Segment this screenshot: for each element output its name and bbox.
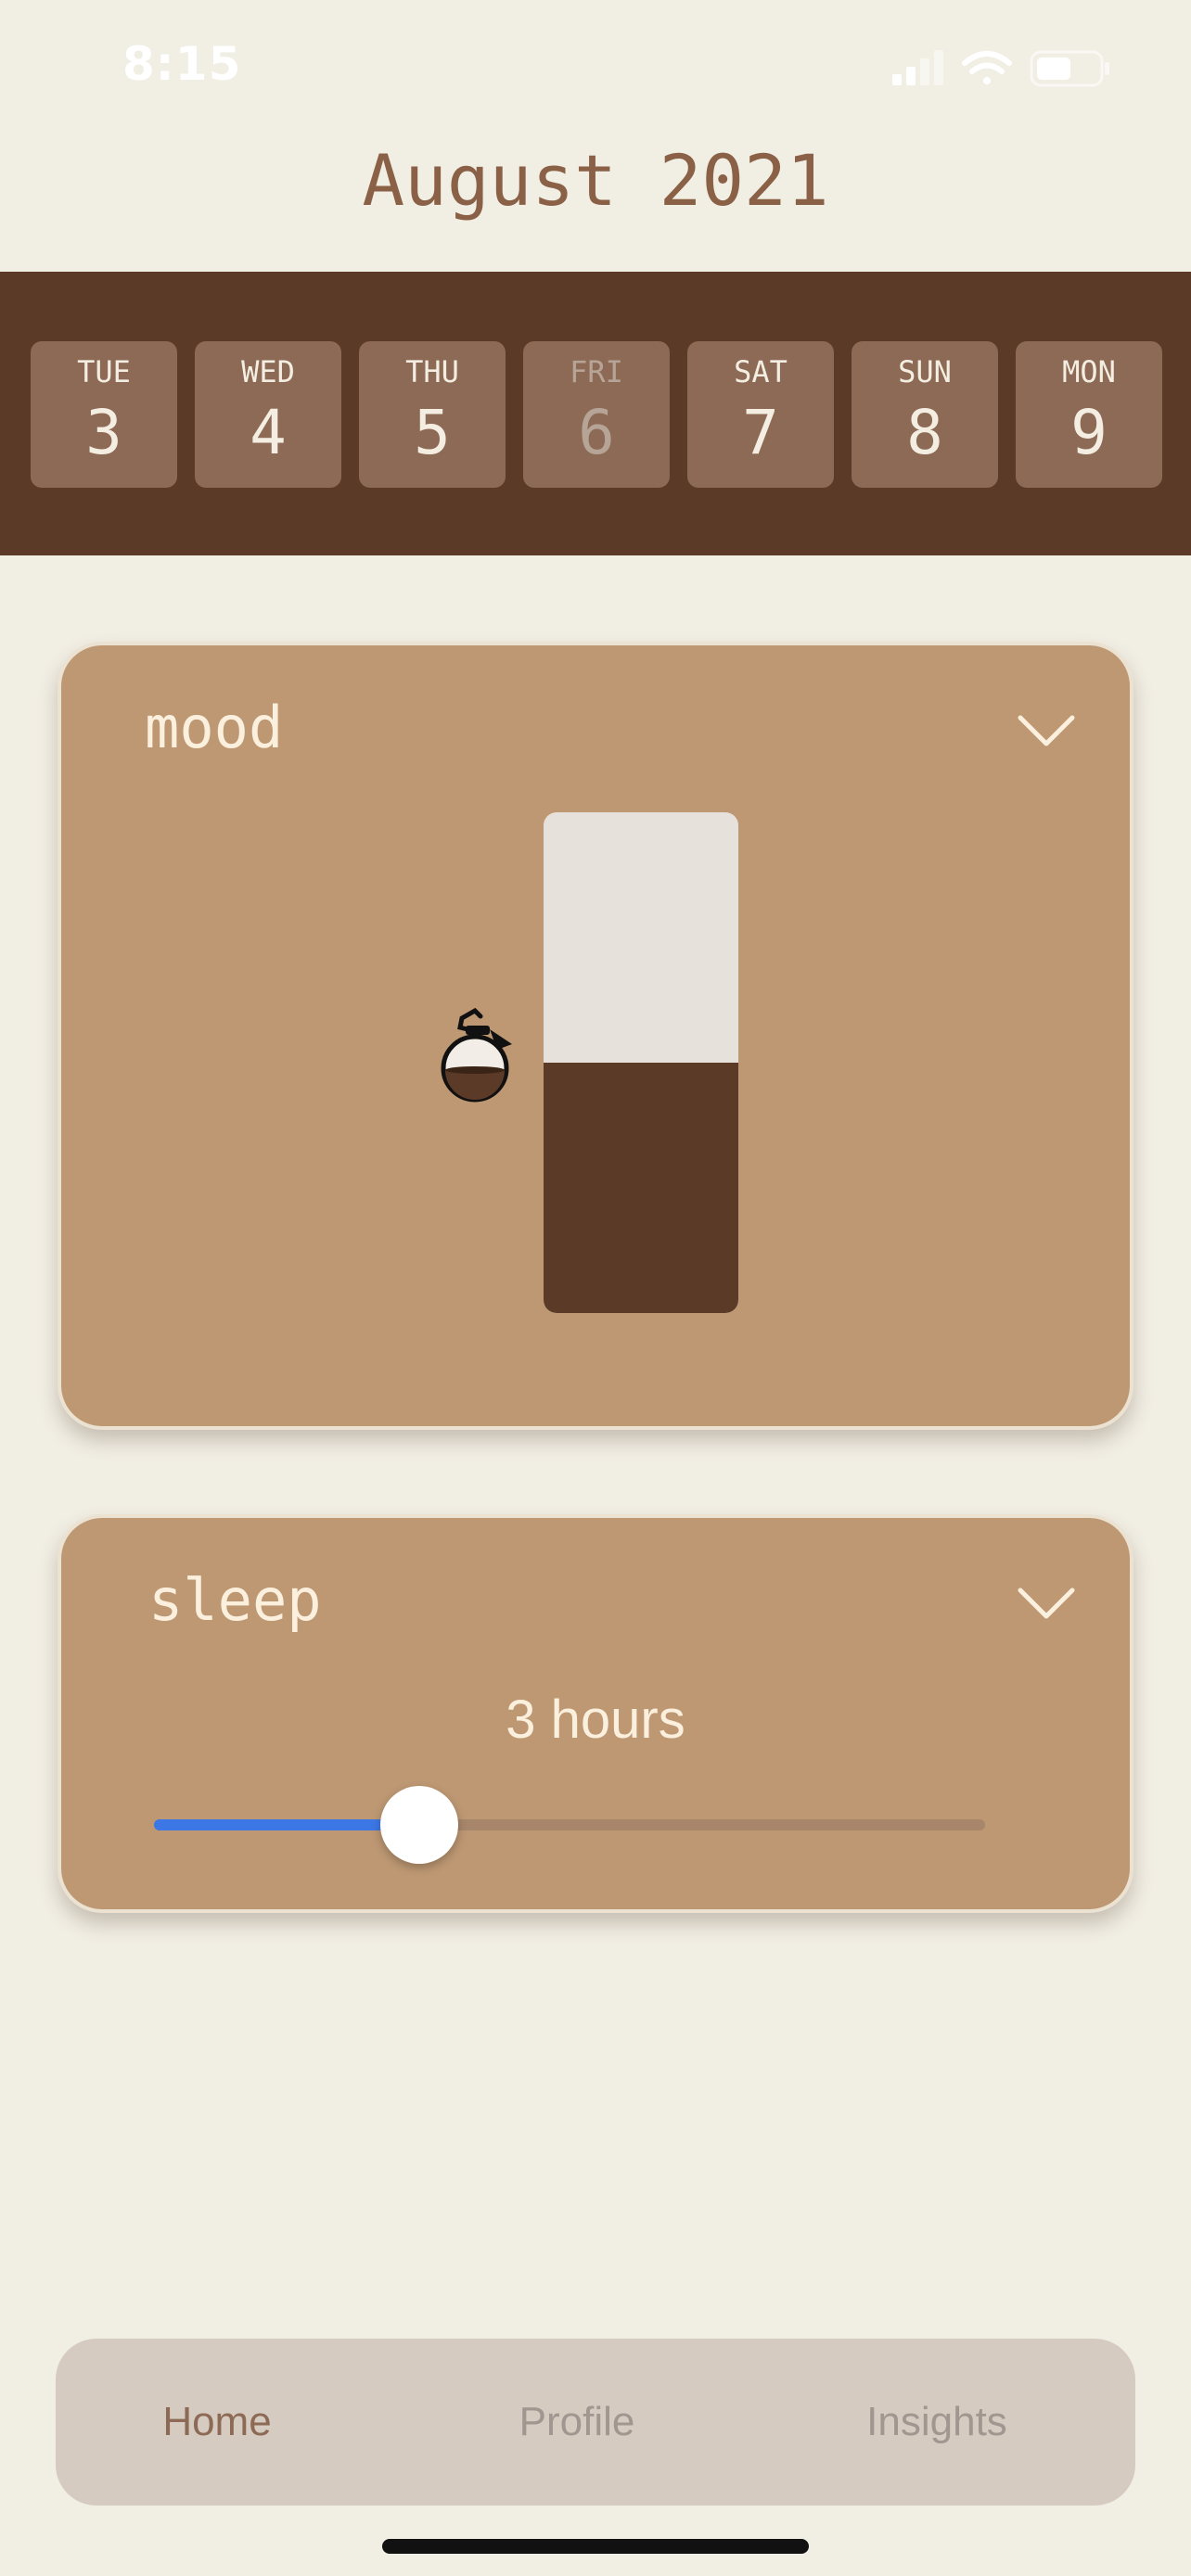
day-name: SUN [898, 354, 952, 389]
day-name: SAT [734, 354, 788, 389]
week-strip: TUE 3 WED 4 THU 5 FRI 6 SAT 7 SUN 8 MON 9 [0, 272, 1191, 555]
day-tile-tue[interactable]: TUE 3 [31, 341, 177, 488]
mood-card: mood [58, 642, 1133, 1430]
chevron-down-icon[interactable] [1017, 712, 1076, 749]
tab-home[interactable]: Home [78, 2339, 356, 2506]
status-icons [892, 50, 1109, 87]
wifi-icon [962, 51, 1012, 84]
sleep-slider-track[interactable] [154, 1786, 985, 1864]
day-number: 3 [85, 397, 122, 468]
day-tile-sat[interactable]: SAT 7 [687, 341, 834, 488]
day-tile-sun[interactable]: SUN 8 [852, 341, 998, 488]
cellular-signal-icon [892, 50, 943, 85]
tab-bar: Home Profile Insights [56, 2339, 1135, 2506]
day-tile-fri[interactable]: FRI 6 [523, 341, 670, 488]
chevron-down-icon[interactable] [1017, 1585, 1076, 1622]
battery-icon [1030, 50, 1109, 87]
status-time: 8:15 [122, 37, 242, 91]
day-tile-thu[interactable]: THU 5 [359, 341, 506, 488]
day-number: 9 [1070, 397, 1108, 468]
sleep-title: sleep [148, 1566, 322, 1634]
day-name: WED [241, 354, 295, 389]
day-name: THU [405, 354, 459, 389]
mood-title: mood [145, 694, 284, 761]
day-name: MON [1062, 354, 1116, 389]
sleep-value: 3 hours [506, 1690, 685, 1750]
day-number: 5 [414, 397, 451, 468]
day-tile-wed[interactable]: WED 4 [195, 341, 341, 488]
day-name: FRI [570, 354, 623, 389]
mood-level-slider[interactable] [544, 812, 738, 1313]
sleep-card: sleep 3 hours [58, 1514, 1133, 1913]
month-title: August 2021 [362, 139, 829, 222]
day-number: 6 [578, 397, 615, 468]
tab-insights[interactable]: Insights [798, 2339, 1076, 2506]
tab-profile[interactable]: Profile [438, 2339, 716, 2506]
day-tile-mon[interactable]: MON 9 [1016, 341, 1162, 488]
coffee-pot-icon [441, 1007, 512, 1103]
day-name: TUE [77, 354, 131, 389]
home-indicator [382, 2539, 809, 2554]
day-number: 8 [906, 397, 943, 468]
day-number: 4 [250, 397, 287, 468]
sleep-slider-thumb[interactable] [380, 1786, 458, 1864]
day-number: 7 [742, 397, 779, 468]
mood-level-fill [544, 1063, 738, 1313]
